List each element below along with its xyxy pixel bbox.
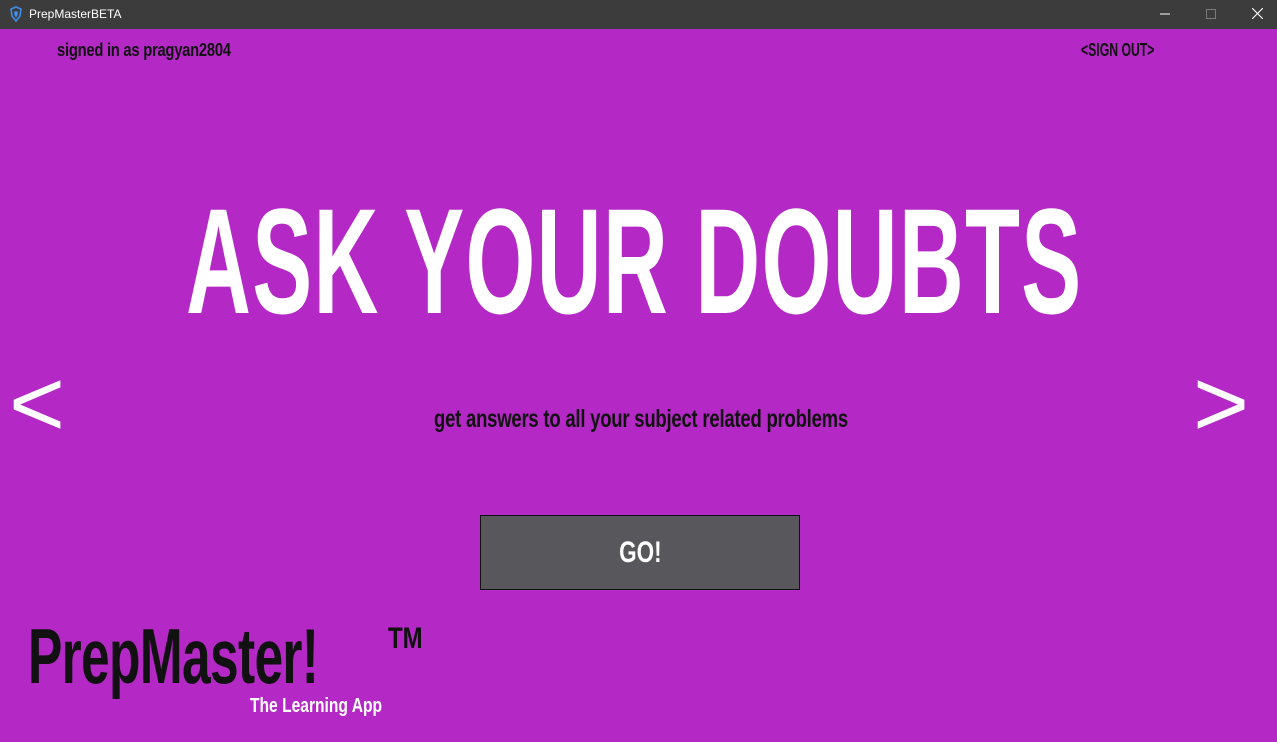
main-panel: signed in as pragyan2804 <SIGN OUT> < > … [0,29,1277,742]
app-shield-icon [8,6,24,23]
next-arrow-button[interactable]: > [1193,356,1249,452]
sign-out-link[interactable]: <SIGN OUT> [1081,40,1154,61]
window-titlebar: PrepMasterBETA [0,0,1277,29]
minimize-button[interactable] [1142,0,1188,29]
close-icon [1251,6,1263,24]
minimize-icon [1160,6,1170,24]
logo-trademark: TM [388,622,423,655]
page-headline: ASK YOUR DOUBTS [186,177,1083,345]
go-button[interactable]: GO! [480,515,800,590]
maximize-icon [1206,6,1216,24]
logo-tagline: The Learning App [250,695,383,717]
prepmaster-logo: PrepMaster! TM The Learning App [28,616,428,721]
logo-name: PrepMaster! [28,612,319,700]
maximize-button[interactable] [1188,0,1234,29]
signed-in-label: signed in as pragyan2804 [57,40,231,60]
previous-arrow-button[interactable]: < [9,356,65,452]
window-title: PrepMasterBETA [29,7,122,21]
close-button[interactable] [1234,0,1277,29]
go-button-label: GO! [618,535,662,569]
page-subtitle: get answers to all your subject related … [434,405,848,433]
